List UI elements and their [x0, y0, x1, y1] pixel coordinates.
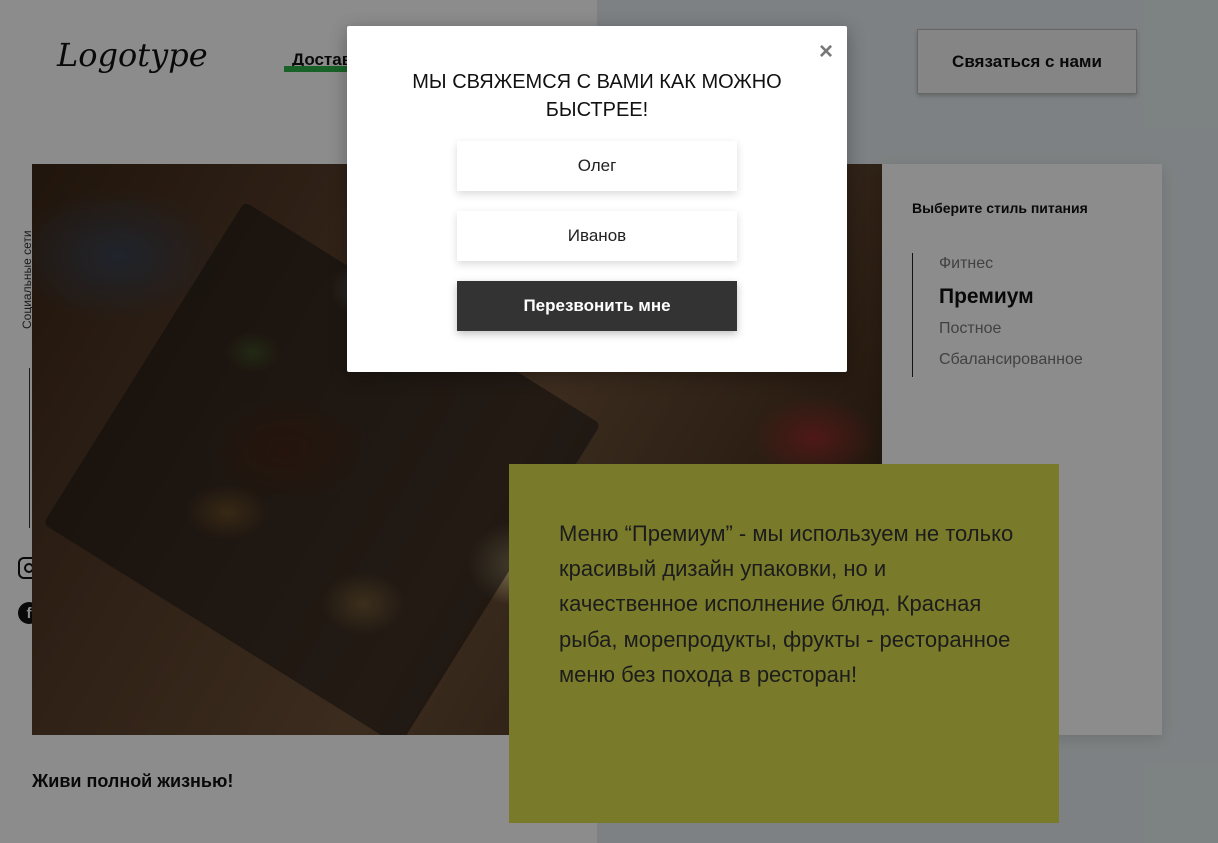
last-name-input[interactable] [457, 211, 737, 261]
first-name-input[interactable] [457, 141, 737, 191]
callback-submit-button[interactable]: Перезвонить мне [457, 281, 737, 331]
callback-modal: × Мы свяжемся с вами как можно быстрее! … [347, 26, 847, 372]
close-icon[interactable]: × [819, 40, 833, 64]
modal-title: Мы свяжемся с вами как можно быстрее! [412, 71, 782, 121]
